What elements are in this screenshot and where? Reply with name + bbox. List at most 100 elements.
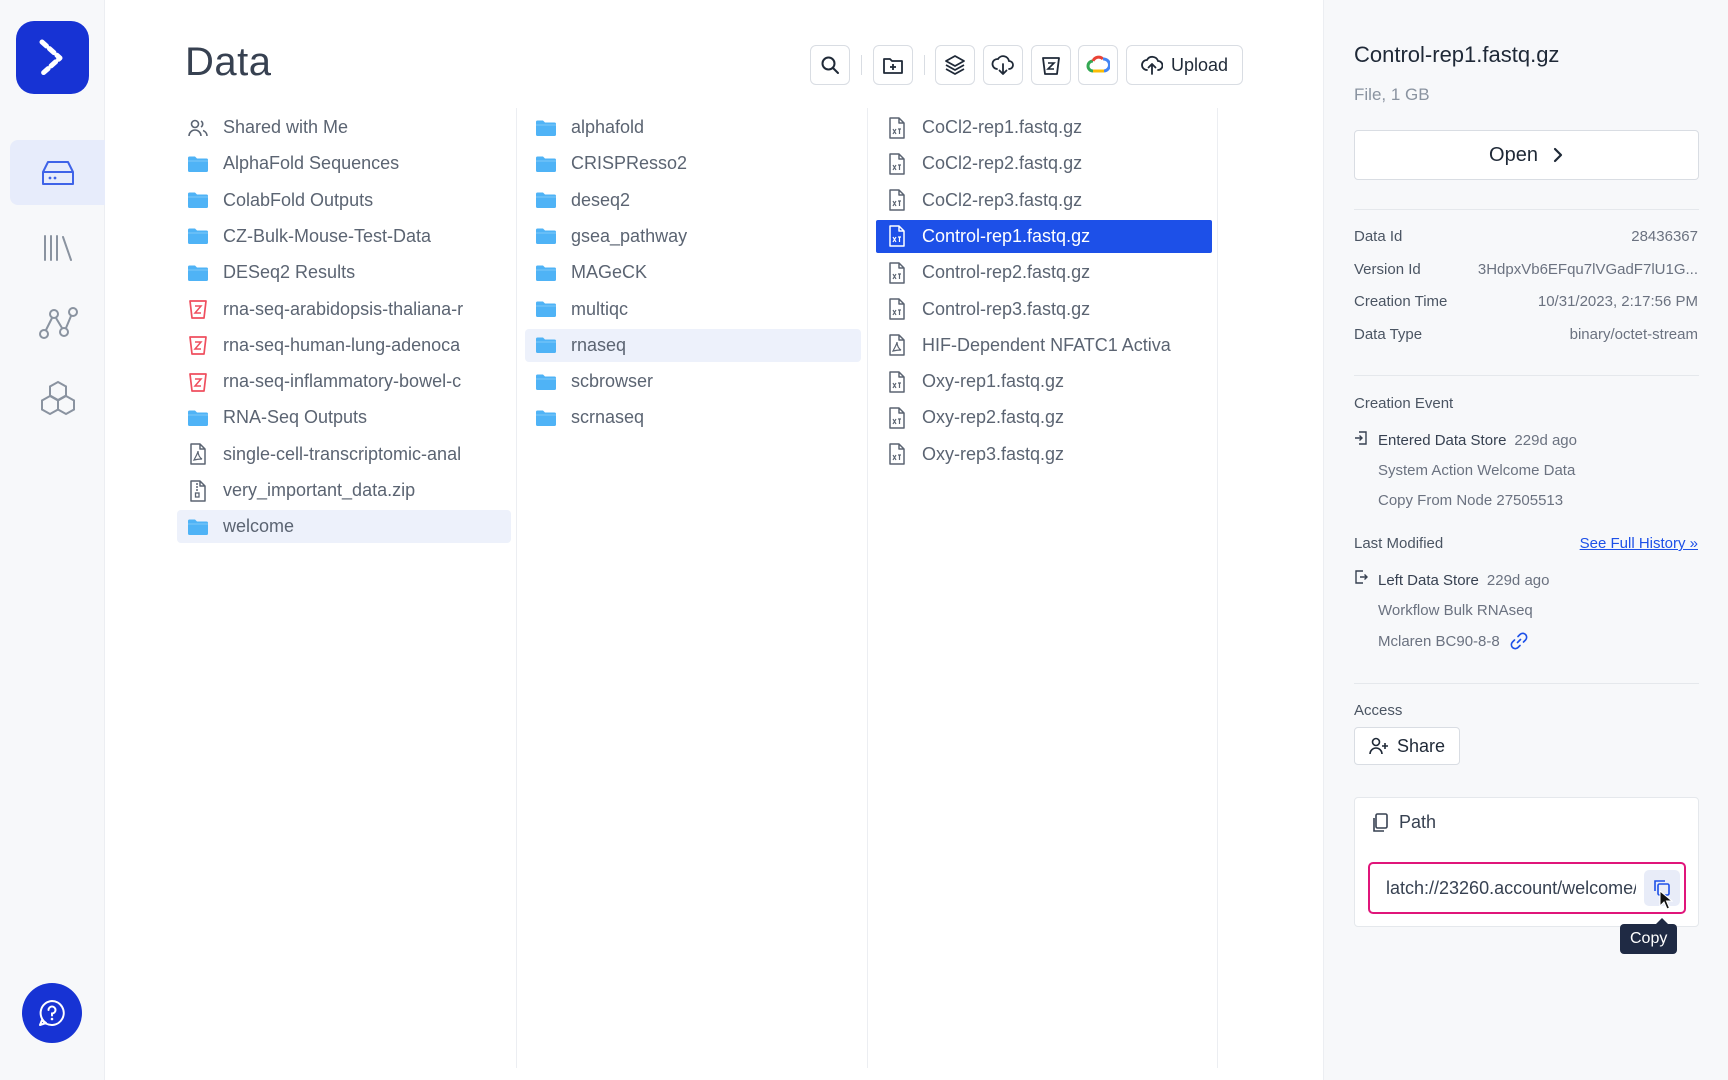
leave-store-icon bbox=[1355, 570, 1368, 584]
list-item[interactable]: scrnaseq bbox=[525, 401, 861, 434]
list-item[interactable]: Oxy-rep1.fastq.gz bbox=[876, 365, 1212, 398]
layers-button[interactable] bbox=[935, 45, 975, 85]
bucket-icon bbox=[187, 334, 209, 356]
list-item[interactable]: alphafold bbox=[525, 111, 861, 144]
search-button[interactable] bbox=[810, 45, 850, 85]
last-modified-detail-1: Workflow Bulk RNAseq bbox=[1378, 602, 1533, 619]
list-item[interactable]: Shared with Me bbox=[177, 111, 511, 144]
list-item[interactable]: rnaseq bbox=[525, 328, 861, 362]
help-chat-button[interactable] bbox=[22, 983, 82, 1043]
share-button[interactable]: Share bbox=[1354, 727, 1460, 765]
folder-icon bbox=[187, 516, 209, 538]
folder-icon bbox=[535, 262, 557, 284]
list-item-label: CoCl2-rep2.fastq.gz bbox=[922, 153, 1083, 174]
list-item[interactable]: welcome bbox=[177, 510, 511, 544]
nav-library[interactable] bbox=[10, 215, 105, 280]
list-item[interactable]: gsea_pathway bbox=[525, 220, 861, 253]
selected-file-meta: File, 1 GB bbox=[1354, 85, 1430, 104]
path-label: Path bbox=[1399, 812, 1437, 832]
data-id-value: 28436367 bbox=[1631, 228, 1698, 245]
mouse-cursor-icon bbox=[1659, 890, 1673, 910]
list-item-label: rna-seq-human-lung-adenoca bbox=[223, 334, 461, 355]
path-value[interactable]: latch://23260.account/welcome/rnaseq/Con… bbox=[1386, 878, 1636, 899]
data-id-label: Data Id bbox=[1354, 228, 1403, 245]
nav-data-drive[interactable] bbox=[10, 140, 105, 205]
creation-event-name: Entered Data Store bbox=[1378, 432, 1507, 449]
list-item[interactable]: scbrowser bbox=[525, 365, 861, 398]
latch-logo-icon[interactable] bbox=[16, 21, 89, 94]
list-item[interactable]: Control-rep3.fastq.gz bbox=[876, 293, 1212, 326]
library-icon bbox=[43, 234, 72, 261]
list-item[interactable]: rna-seq-arabidopsis-thaliana-r bbox=[177, 293, 511, 326]
file-pdf-icon bbox=[187, 443, 209, 465]
list-item[interactable]: CoCl2-rep1.fastq.gz bbox=[876, 111, 1212, 144]
folder-icon bbox=[187, 262, 209, 284]
folder-icon bbox=[535, 153, 557, 175]
see-full-history-link[interactable]: See Full History » bbox=[1580, 535, 1698, 552]
list-item[interactable]: Control-rep1.fastq.gz bbox=[876, 219, 1212, 253]
enter-store-icon bbox=[1355, 431, 1367, 445]
list-item-label: Control-rep3.fastq.gz bbox=[922, 298, 1091, 319]
creation-event-ago: 229d ago bbox=[1514, 432, 1577, 449]
list-item[interactable]: HIF-Dependent NFATC1 Activa bbox=[876, 329, 1212, 362]
nav-workflows[interactable] bbox=[10, 290, 105, 355]
list-item-label: CoCl2-rep1.fastq.gz bbox=[922, 117, 1083, 137]
list-item-label: Oxy-rep2.fastq.gz bbox=[922, 407, 1065, 428]
list-item-label: scrnaseq bbox=[571, 407, 645, 428]
link-icon[interactable] bbox=[1510, 632, 1528, 650]
new-folder-button[interactable] bbox=[873, 45, 913, 85]
list-item[interactable]: rna-seq-human-lung-adenoca bbox=[177, 329, 511, 362]
list-item[interactable]: CRISPResso2 bbox=[525, 147, 861, 180]
list-item[interactable]: multiqc bbox=[525, 293, 861, 326]
list-item[interactable]: deseq2 bbox=[525, 184, 861, 217]
list-item[interactable]: CZ-Bulk-Mouse-Test-Data bbox=[177, 220, 511, 253]
list-item[interactable]: rna-seq-inflammatory-bowel-c bbox=[177, 365, 511, 398]
path-card: Path latch://23260.account/welcome/rnase… bbox=[1354, 797, 1699, 927]
copy-document-icon bbox=[1373, 812, 1388, 832]
list-item-label: HIF-Dependent NFATC1 Activa bbox=[922, 334, 1171, 355]
list-item-label: multiqc bbox=[571, 298, 629, 319]
list-item-label: DESeq2 Results bbox=[223, 262, 356, 283]
upload-label: Upload bbox=[1170, 54, 1229, 75]
list-item-label: RNA-Seq Outputs bbox=[223, 407, 368, 428]
list-item[interactable]: Control-rep2.fastq.gz bbox=[876, 256, 1212, 289]
file-txt-icon bbox=[886, 225, 908, 248]
folder-icon bbox=[535, 334, 557, 356]
bucket-button[interactable] bbox=[1031, 45, 1071, 85]
cloud-download-button[interactable] bbox=[983, 45, 1023, 85]
open-button[interactable]: Open bbox=[1354, 130, 1699, 180]
list-item[interactable]: Oxy-rep3.fastq.gz bbox=[876, 438, 1212, 471]
google-cloud-button[interactable] bbox=[1078, 45, 1118, 85]
list-item[interactable]: ColabFold Outputs bbox=[177, 184, 511, 217]
list-item[interactable]: very_important_data.zip bbox=[177, 474, 511, 507]
list-item[interactable]: DESeq2 Results bbox=[177, 256, 511, 289]
file-pdf-icon bbox=[886, 334, 908, 357]
list-item-label: Shared with Me bbox=[223, 117, 349, 137]
list-item[interactable]: RNA-Seq Outputs bbox=[177, 401, 511, 434]
list-item-label: rnaseq bbox=[571, 334, 627, 355]
version-id-value: 3HdpxVb6EFqu7lVGadF7lU1G... bbox=[1477, 261, 1698, 278]
path-field[interactable]: latch://23260.account/welcome/rnaseq/Con… bbox=[1368, 862, 1686, 914]
list-item[interactable]: CoCl2-rep2.fastq.gz bbox=[876, 147, 1212, 180]
creation-event-label: Creation Event bbox=[1354, 395, 1454, 412]
page-title: Data bbox=[185, 40, 272, 84]
folder-icon bbox=[535, 225, 557, 247]
nav-molecules[interactable] bbox=[10, 365, 105, 430]
google-cloud-icon bbox=[1086, 55, 1110, 73]
creation-time-value: 10/31/2023, 2:17:56 PM bbox=[1537, 293, 1698, 310]
creation-event-detail-1: System Action Welcome Data bbox=[1378, 462, 1576, 479]
workflow-graph-icon bbox=[38, 306, 78, 339]
folder-icon bbox=[187, 225, 209, 247]
upload-button[interactable]: Upload bbox=[1126, 45, 1243, 85]
list-item-label: Control-rep1.fastq.gz bbox=[922, 225, 1091, 246]
list-item[interactable]: single-cell-transcriptomic-anal bbox=[177, 438, 511, 471]
access-label: Access bbox=[1354, 702, 1403, 719]
list-item[interactable]: AlphaFold Sequences bbox=[177, 147, 511, 180]
file-txt-icon bbox=[886, 443, 908, 465]
list-item[interactable]: CoCl2-rep3.fastq.gz bbox=[876, 184, 1212, 217]
folder-icon bbox=[535, 407, 557, 429]
last-modified-name: Left Data Store bbox=[1378, 572, 1479, 589]
list-item[interactable]: Oxy-rep2.fastq.gz bbox=[876, 401, 1212, 434]
list-item[interactable]: MAGeCK bbox=[525, 256, 861, 289]
divider bbox=[1354, 683, 1699, 684]
